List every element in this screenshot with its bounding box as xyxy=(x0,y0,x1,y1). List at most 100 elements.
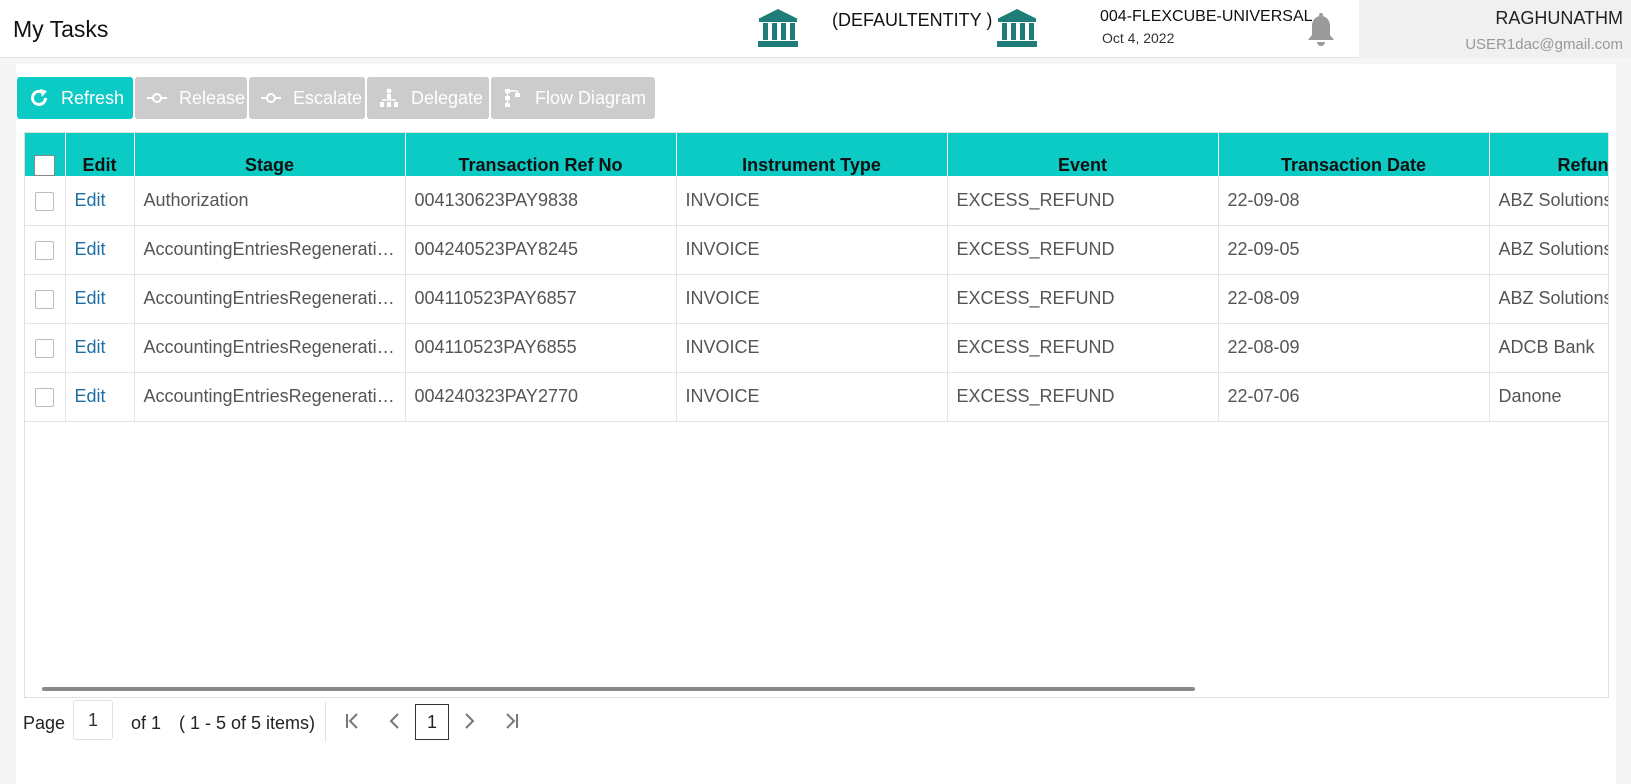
instrument-cell: INVOICE xyxy=(676,372,948,422)
refund-cell: ABZ Solutions xyxy=(1489,176,1608,226)
date-cell: 22-07-06 xyxy=(1218,372,1490,422)
table-row[interactable]: Edit AccountingEntriesRegeneration 00424… xyxy=(25,225,1608,275)
escalate-icon xyxy=(261,88,281,108)
first-page-icon[interactable] xyxy=(342,710,364,732)
edit-cell[interactable]: Edit xyxy=(65,176,135,226)
flow-diagram-icon xyxy=(503,88,523,108)
edit-link[interactable]: Edit xyxy=(75,386,106,406)
column-header-edit[interactable]: Edit xyxy=(65,133,135,176)
horizontal-scrollbar[interactable] xyxy=(42,687,1195,691)
user-name: RAGHUNATHM xyxy=(1495,8,1623,28)
delegate-label: Delegate xyxy=(411,88,484,108)
ref-cell: 004240323PAY2770 xyxy=(405,372,677,422)
escalate-label: Escalate xyxy=(293,88,363,108)
date-cell: 22-09-08 xyxy=(1218,176,1490,226)
event-cell: EXCESS_REFUND xyxy=(947,372,1219,422)
ref-cell: 004110523PAY6855 xyxy=(405,323,677,373)
table-row[interactable]: Edit Authorization 004130623PAY9838 INVO… xyxy=(25,176,1608,226)
entity-label[interactable]: (DEFAULTENTITY ) xyxy=(832,10,992,31)
page-count-label: of 1 xyxy=(131,713,162,733)
edit-cell[interactable]: Edit xyxy=(65,274,135,324)
row-checkbox[interactable] xyxy=(35,289,55,309)
delegate-icon xyxy=(379,88,399,108)
refresh-button[interactable]: Refresh xyxy=(17,77,133,119)
user-email: USER1dac@gmail.com xyxy=(1465,36,1623,53)
task-grid: Edit Stage Transaction Ref No Instrument… xyxy=(25,133,1608,422)
entity-bank-icon[interactable] xyxy=(757,8,799,48)
page-title: My Tasks xyxy=(13,16,109,42)
last-page-icon[interactable] xyxy=(500,710,522,732)
table-header-row: Edit Stage Transaction Ref No Instrument… xyxy=(25,133,1608,176)
refund-cell: ADCB Bank xyxy=(1489,323,1608,373)
release-label: Release xyxy=(179,88,246,108)
branch-name[interactable]: 004-FLEXCUBE-UNIVERSAL... xyxy=(1100,8,1326,26)
stage-cell: AccountingEntriesRegeneration xyxy=(134,323,406,373)
stage-cell: AccountingEntriesRegeneration xyxy=(134,372,406,422)
release-icon xyxy=(147,88,167,108)
row-checkbox[interactable] xyxy=(35,191,55,211)
branch-bank-icon[interactable] xyxy=(996,8,1038,48)
row-select-cell[interactable] xyxy=(25,323,66,373)
user-profile[interactable]: RAGHUNATHM USER1dac@gmail.com xyxy=(1359,0,1631,58)
app-header: My Tasks (DEFAULTENTITY ) 004-FLEXCUBE-U… xyxy=(0,0,1631,58)
edit-link[interactable]: Edit xyxy=(75,288,106,308)
branch-date: Oct 4, 2022 xyxy=(1102,30,1175,46)
row-checkbox[interactable] xyxy=(35,338,55,358)
column-header-transaction-ref-no[interactable]: Transaction Ref No xyxy=(405,133,677,176)
ref-cell: 004240523PAY8245 xyxy=(405,225,677,275)
row-checkbox[interactable] xyxy=(35,387,55,407)
pagination-divider xyxy=(325,702,326,742)
row-select-cell[interactable] xyxy=(25,176,66,226)
event-cell: EXCESS_REFUND xyxy=(947,274,1219,324)
date-cell: 22-08-09 xyxy=(1218,274,1490,324)
ref-cell: 004110523PAY6857 xyxy=(405,274,677,324)
table-row[interactable]: Edit AccountingEntriesRegeneration 00411… xyxy=(25,323,1608,373)
task-panel: Refresh Release Escalate Delegate Flow D… xyxy=(16,64,1616,784)
event-cell: EXCESS_REFUND xyxy=(947,225,1219,275)
column-header-event[interactable]: Event xyxy=(947,133,1219,176)
column-header-refund[interactable]: Refund xyxy=(1489,133,1608,176)
previous-page-icon[interactable] xyxy=(384,710,406,732)
next-page-icon[interactable] xyxy=(458,710,480,732)
table-row[interactable]: Edit AccountingEntriesRegeneration 00424… xyxy=(25,372,1608,422)
column-header-stage[interactable]: Stage xyxy=(134,133,406,176)
page-number-input[interactable] xyxy=(73,700,113,740)
current-page-button[interactable]: 1 xyxy=(415,704,449,740)
row-select-cell[interactable] xyxy=(25,274,66,324)
delegate-button[interactable]: Delegate xyxy=(367,77,489,119)
row-checkbox[interactable] xyxy=(35,240,55,260)
column-header-instrument-type[interactable]: Instrument Type xyxy=(676,133,948,176)
edit-link[interactable]: Edit xyxy=(75,239,106,259)
instrument-cell: INVOICE xyxy=(676,176,948,226)
edit-link[interactable]: Edit xyxy=(75,190,106,210)
escalate-button[interactable]: Escalate xyxy=(249,77,365,119)
release-button[interactable]: Release xyxy=(135,77,247,119)
instrument-cell: INVOICE xyxy=(676,225,948,275)
items-count-label: ( 1 - 5 of 5 items) xyxy=(179,713,316,733)
refund-cell: ABZ Solutions xyxy=(1489,225,1608,275)
select-all-checkbox[interactable] xyxy=(34,155,56,176)
row-select-cell[interactable] xyxy=(25,225,66,275)
instrument-cell: INVOICE xyxy=(676,323,948,373)
select-all-header[interactable] xyxy=(25,133,66,176)
column-header-transaction-date[interactable]: Transaction Date xyxy=(1218,133,1490,176)
stage-cell: AccountingEntriesRegeneration xyxy=(134,274,406,324)
task-table: Edit Stage Transaction Ref No Instrument… xyxy=(24,132,1609,698)
date-cell: 22-09-05 xyxy=(1218,225,1490,275)
stage-cell: AccountingEntriesRegeneration xyxy=(134,225,406,275)
refund-cell: Danone xyxy=(1489,372,1608,422)
table-row[interactable]: Edit AccountingEntriesRegeneration 00411… xyxy=(25,274,1608,324)
refund-cell: ABZ Solutions xyxy=(1489,274,1608,324)
page-label: Page xyxy=(23,713,66,733)
edit-cell[interactable]: Edit xyxy=(65,225,135,275)
date-cell: 22-08-09 xyxy=(1218,323,1490,373)
refresh-icon xyxy=(29,88,49,108)
row-select-cell[interactable] xyxy=(25,372,66,422)
flow-diagram-button[interactable]: Flow Diagram xyxy=(491,77,655,119)
bell-icon[interactable] xyxy=(1306,13,1336,47)
flow-diagram-label: Flow Diagram xyxy=(535,88,647,108)
edit-link[interactable]: Edit xyxy=(75,337,106,357)
edit-cell[interactable]: Edit xyxy=(65,323,135,373)
edit-cell[interactable]: Edit xyxy=(65,372,135,422)
instrument-cell: INVOICE xyxy=(676,274,948,324)
